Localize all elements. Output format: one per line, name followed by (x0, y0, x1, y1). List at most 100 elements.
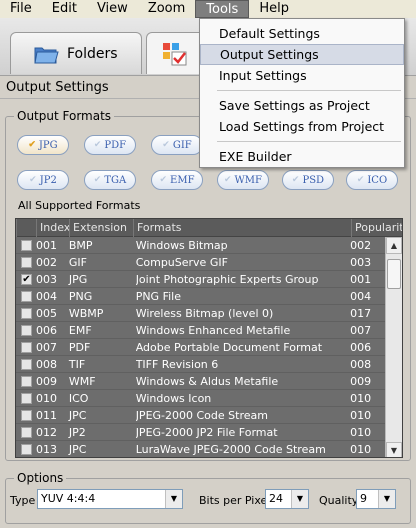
table-row[interactable]: 009 WMF Windows & Aldus Metafile 009 (16, 373, 386, 390)
chevron-down-icon[interactable]: ▼ (291, 490, 308, 508)
cell-popularity: 007 (350, 323, 372, 337)
row-checkbox[interactable] (21, 426, 32, 438)
menu-separator (217, 141, 401, 142)
header-index[interactable]: Index (36, 219, 70, 237)
table-row[interactable]: 013 JPC LuraWave JPEG-2000 Code Stream 010 (16, 441, 386, 457)
check-icon: ✔ (29, 175, 37, 185)
row-checkbox[interactable] (21, 239, 32, 251)
table-header: Index Extension Formats Popularity (16, 219, 402, 237)
table-scrollbar[interactable]: ▲ ▼ (385, 237, 402, 457)
menu-file[interactable]: File (0, 0, 42, 18)
options-label: Options (14, 471, 67, 485)
format-pill-emf[interactable]: ✔ EMF (151, 170, 203, 190)
menu-item-default-settings[interactable]: Default Settings (200, 23, 404, 44)
tab-settings[interactable] (146, 32, 206, 74)
row-checkbox[interactable] (21, 307, 32, 319)
cell-format: Windows Enhanced Metafile (135, 323, 291, 337)
menu-item-output-settings[interactable]: Output Settings (200, 44, 404, 65)
format-pill-label: EMF (170, 174, 195, 186)
table-row[interactable]: 011 JPC JPEG-2000 Code Stream 010 (16, 407, 386, 424)
cell-popularity: 010 (350, 408, 372, 422)
format-pill-psd[interactable]: ✔ PSD (282, 170, 334, 190)
cell-ext: JP2 (68, 425, 86, 439)
row-checkbox[interactable] (21, 256, 32, 268)
table-row[interactable]: 004 PNG PNG File 004 (16, 288, 386, 305)
format-pill-pdf[interactable]: ✔ PDF (84, 135, 136, 155)
cell-index: 006 (35, 323, 57, 337)
header-formats[interactable]: Formats (133, 219, 351, 237)
cell-index: 009 (35, 374, 57, 388)
menu-edit[interactable]: Edit (42, 0, 87, 18)
table-row[interactable]: 007 PDF Adobe Portable Document Format 006 (16, 339, 386, 356)
tools-dropdown-menu: Default Settings Output Settings Input S… (199, 18, 405, 168)
format-pill-jp2[interactable]: ✔ JP2 (17, 170, 69, 190)
row-checkbox[interactable] (21, 290, 32, 302)
cell-format: LuraWave JPEG-2000 Code Stream (135, 442, 326, 456)
quality-label: Quality (319, 494, 359, 507)
table-row[interactable]: 006 EMF Windows Enhanced Metafile 007 (16, 322, 386, 339)
bpp-select[interactable]: 24 ▼ (265, 489, 309, 509)
format-pill-jpg[interactable]: ✔ JPG (17, 135, 69, 155)
format-pill-gif[interactable]: ✔ GIF (151, 135, 203, 155)
formats-table[interactable]: Index Extension Formats Popularity 001 BM… (15, 218, 403, 458)
quality-select[interactable]: 9 ▼ (356, 489, 396, 509)
cell-popularity: 001 (350, 272, 372, 286)
format-pill-wmf[interactable]: ✔ WMF (217, 170, 269, 190)
table-row[interactable]: 002 GIF CompuServe GIF 003 (16, 254, 386, 271)
menu-tools[interactable]: Tools (195, 0, 250, 18)
cell-format: Joint Photographic Experts Group (135, 272, 319, 286)
cell-popularity: 010 (350, 425, 372, 439)
menu-view[interactable]: View (87, 0, 138, 18)
scroll-up-icon[interactable]: ▲ (386, 237, 402, 254)
format-pill-label: ICO (367, 174, 388, 186)
cell-format: Windows & Aldus Metafile (135, 374, 279, 388)
cell-popularity: 008 (350, 357, 372, 371)
row-checkbox[interactable] (21, 409, 32, 421)
row-checkbox[interactable] (21, 392, 32, 404)
check-icon: ✔ (223, 175, 232, 185)
output-formats-label: Output Formats (14, 109, 115, 123)
menu-item-exe-builder[interactable]: EXE Builder (200, 146, 404, 167)
table-row[interactable]: 005 WBMP Wireless Bitmap (level 0) 017 (16, 305, 386, 322)
row-checkbox[interactable] (21, 375, 32, 387)
row-checkbox[interactable] (21, 341, 32, 353)
format-pill-tga[interactable]: ✔ TGA (84, 170, 136, 190)
header-popularity[interactable]: Popularity (351, 219, 402, 237)
folder-icon (33, 43, 59, 65)
menu-item-save-settings-project[interactable]: Save Settings as Project (200, 95, 404, 116)
format-pill-label: WMF (234, 174, 262, 186)
scroll-down-icon[interactable]: ▼ (386, 442, 402, 457)
chevron-down-icon[interactable]: ▼ (165, 490, 182, 508)
table-row[interactable]: 012 JP2 JPEG-2000 JP2 File Format 010 (16, 424, 386, 441)
menu-zoom[interactable]: Zoom (138, 0, 195, 18)
table-row[interactable]: 010 ICO Windows Icon 010 (16, 390, 386, 407)
row-checkbox[interactable] (21, 443, 32, 455)
type-value: YUV 4:4:4 (41, 492, 96, 505)
cell-ext: EMF (68, 323, 92, 337)
cell-ext: ICO (68, 391, 89, 405)
menu-item-input-settings[interactable]: Input Settings (200, 65, 404, 86)
row-checkbox[interactable] (21, 358, 32, 370)
tab-folders-label: Folders (67, 45, 118, 62)
type-label: Type (10, 494, 36, 507)
format-pill-ico[interactable]: ✔ ICO (346, 170, 398, 190)
table-row[interactable]: ✔ 003 JPG Joint Photographic Experts Group 0… (16, 271, 386, 288)
cell-ext: JPC (68, 408, 87, 422)
scroll-thumb[interactable] (387, 259, 401, 289)
type-select[interactable]: YUV 4:4:4 ▼ (37, 489, 183, 509)
format-pill-label: JP2 (39, 174, 57, 186)
chevron-down-icon[interactable]: ▼ (378, 490, 395, 508)
table-row[interactable]: 008 TIF TIFF Revision 6 008 (16, 356, 386, 373)
cell-ext: JPC (68, 442, 87, 456)
cell-format: Windows Icon (135, 391, 212, 405)
header-extension[interactable]: Extension (69, 219, 133, 237)
menu-help[interactable]: Help (249, 0, 299, 18)
tab-folders[interactable]: Folders (10, 32, 142, 74)
row-checkbox[interactable]: ✔ (21, 273, 32, 285)
cell-popularity: 002 (350, 238, 372, 252)
row-checkbox[interactable] (21, 324, 32, 336)
cell-format: TIFF Revision 6 (135, 357, 219, 371)
table-row[interactable]: 001 BMP Windows Bitmap 002 (16, 237, 386, 254)
menu-item-load-settings-project[interactable]: Load Settings from Project (200, 116, 404, 137)
cell-popularity: 004 (350, 289, 372, 303)
